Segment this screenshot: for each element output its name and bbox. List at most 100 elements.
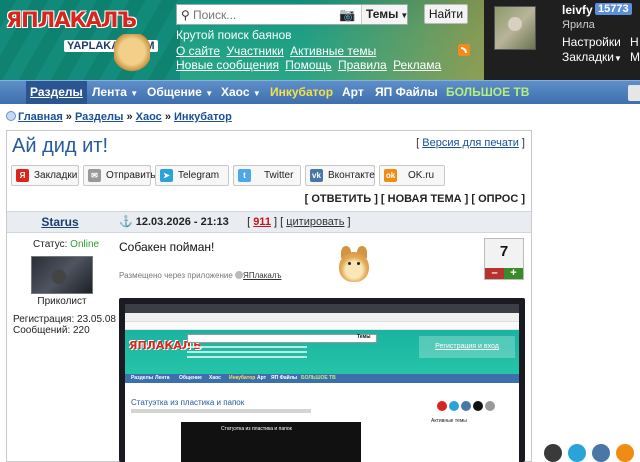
rating-value: 7 xyxy=(499,243,509,260)
share-ok-label: OK.ru xyxy=(408,170,435,181)
link-new-messages[interactable]: Новые сообщения xyxy=(176,58,279,72)
slogan: Крутой поиск баянов xyxy=(176,28,292,42)
post-date: 12.03.2026 - 21:13 xyxy=(135,216,229,228)
share-send-label: Отправить xyxy=(106,170,156,181)
floating-vk-icon[interactable] xyxy=(592,444,610,462)
nav-art[interactable]: Арт xyxy=(342,81,364,104)
nav-toggle-button[interactable] xyxy=(628,85,640,101)
author-status: Статус: Online xyxy=(33,239,99,250)
nav-big-tv[interactable]: БОЛЬШОЕ ТВ xyxy=(446,81,529,104)
author-avatar[interactable] xyxy=(31,256,93,294)
nav-feed[interactable]: Лента ▼ xyxy=(92,81,138,104)
post-rating: 7 – + xyxy=(484,238,524,280)
nav-chaos[interactable]: Хаос ▼ xyxy=(221,81,261,104)
nav-social[interactable]: Общение ▼ xyxy=(147,81,213,104)
link-about[interactable]: О сайте xyxy=(176,44,220,58)
search-icon: ⚲ xyxy=(181,8,190,22)
link-members[interactable]: Участники xyxy=(226,44,283,58)
photo-subtitle-line xyxy=(131,409,311,413)
reply-link[interactable]: ОТВЕТИТЬ xyxy=(311,193,371,205)
bookmarks-menu[interactable]: Закладки▼ xyxy=(562,50,622,66)
nav-files[interactable]: ЯП Файлы xyxy=(375,81,438,104)
chevron-down-icon: ▼ xyxy=(252,89,261,98)
posted-via: Размещено через приложение ЯПлакалъ xyxy=(119,271,281,280)
photo-register-link: Регистрация и вход xyxy=(419,336,515,358)
share-bookmarks-button[interactable]: Я Закладки xyxy=(11,165,79,186)
status-online: Online xyxy=(70,239,100,250)
app-link[interactable]: ЯПлакалъ xyxy=(243,271,281,280)
posted-via-label: Размещено через приложение xyxy=(119,271,233,280)
link-rules[interactable]: Правила xyxy=(338,58,387,72)
link-ads[interactable]: Реклама xyxy=(393,58,441,72)
app-icon xyxy=(235,271,244,279)
crumb-home[interactable]: Главная xyxy=(18,111,63,123)
photo-nav-5: Инкубатор xyxy=(229,375,256,381)
post-anchor-icon[interactable]: ⚓ xyxy=(119,216,133,228)
rating-plus-button[interactable]: + xyxy=(504,268,523,279)
post-author[interactable]: Starus xyxy=(7,212,113,233)
author-messages: Сообщений: 220 xyxy=(13,325,90,336)
share-vk-button[interactable]: vk Вконтакте xyxy=(305,165,375,186)
photo-share-icons xyxy=(437,400,513,414)
author-info: Регистрация: 23.05.08 Сообщений: 220 xyxy=(13,314,116,336)
search-scope-select[interactable]: Темы ▼ xyxy=(361,5,408,24)
extra-link-2[interactable]: М xyxy=(630,50,640,65)
author-column: Статус: Online Приколист Регистрация: 23… xyxy=(7,234,117,462)
share-telegram-label: Telegram xyxy=(178,170,220,181)
post-header: Starus ⚓ 12.03.2026 - 21:13 [ 911 ] [ ци… xyxy=(7,211,531,233)
nav-sections[interactable]: Разделы xyxy=(26,81,87,104)
right-sidebar xyxy=(536,130,640,462)
doge-emoji-icon xyxy=(337,244,371,288)
header-links: О сайте Участники Активные темы Новые со… xyxy=(176,44,456,72)
link-active-topics[interactable]: Активные темы xyxy=(290,44,376,58)
username[interactable]: leivfy xyxy=(562,3,593,17)
print-version-link[interactable]: Версия для печати xyxy=(422,137,519,149)
share-ok-button[interactable]: ok OK.ru xyxy=(379,165,445,186)
search-box: ⚲ 📷 Темы▼ xyxy=(176,4,408,25)
user-menu-extra: Н М xyxy=(630,35,640,65)
post-number[interactable]: 911 xyxy=(253,216,271,228)
rss-icon[interactable] xyxy=(458,44,470,56)
user-avatar[interactable] xyxy=(494,6,536,50)
nav-chaos-label: Хаос xyxy=(221,85,250,99)
crumb-sections[interactable]: Разделы xyxy=(75,111,123,123)
floating-button-1-icon[interactable] xyxy=(544,444,562,462)
search-input[interactable] xyxy=(193,7,333,22)
author-registered: Регистрация: 23.05.08 xyxy=(13,314,116,325)
photo-video-title: Статуэтка из пластика и папок xyxy=(221,426,292,432)
chevron-down-icon: ▼ xyxy=(613,54,622,63)
share-twitter-button[interactable]: t Twitter xyxy=(233,165,301,186)
photo-nav-8: БОЛЬШОЕ ТВ xyxy=(301,375,336,381)
photo-nav-2: Лента xyxy=(155,375,170,381)
photo-nav-4: Хаос xyxy=(209,375,221,381)
photo-tabs xyxy=(125,304,519,313)
logo-text: ЯПЛАКАЛЪ xyxy=(6,8,137,32)
rating-minus-button[interactable]: – xyxy=(485,268,504,279)
cite-link[interactable]: цитировать xyxy=(286,216,344,228)
crumb-incubator[interactable]: Инкубатор xyxy=(174,111,232,123)
user-panel: leivfy 15773 Ярила Настройки Закладки▼ Н… xyxy=(484,0,640,80)
floating-ok-icon[interactable] xyxy=(616,444,634,462)
share-send-button[interactable]: ✉ Отправить xyxy=(83,165,156,186)
settings-link[interactable]: Настройки xyxy=(562,35,622,50)
link-help[interactable]: Помощь xyxy=(285,58,331,72)
site-logo[interactable]: ЯПЛАКАЛЪ YAPLAKAL.COM xyxy=(6,8,166,78)
photo-video: Статуэтка из пластика и папок xyxy=(181,422,361,462)
new-topic-link[interactable]: НОВАЯ ТЕМА xyxy=(388,193,462,205)
camera-icon[interactable]: 📷 xyxy=(339,7,355,23)
extra-link-1[interactable]: Н xyxy=(630,35,640,50)
nav-social-label: Общение xyxy=(147,85,202,99)
poll-link[interactable]: ОПРОС xyxy=(478,193,518,205)
nav-feed-label: Лента xyxy=(92,85,127,99)
ok-icon: ok xyxy=(384,169,397,182)
crumb-chaos[interactable]: Хаос xyxy=(136,111,162,123)
share-telegram-button[interactable]: ➤ Telegram xyxy=(155,165,229,186)
floating-telegram-icon[interactable] xyxy=(568,444,586,462)
nav-sections-label: Разделы xyxy=(30,85,83,99)
photo-topic-title: Статуэтка из пластика и папок xyxy=(131,398,245,407)
main-nav: Разделы Лента ▼ Общение ▼ Хаос ▼ Инкубат… xyxy=(0,80,640,104)
home-icon xyxy=(6,111,16,121)
post-image[interactable]: ЯПЛАКАЛЪ Темы Регистрация и вход Разделы… xyxy=(119,298,525,462)
nav-incubator[interactable]: Инкубатор xyxy=(270,81,333,104)
search-button[interactable]: Найти xyxy=(424,4,468,24)
